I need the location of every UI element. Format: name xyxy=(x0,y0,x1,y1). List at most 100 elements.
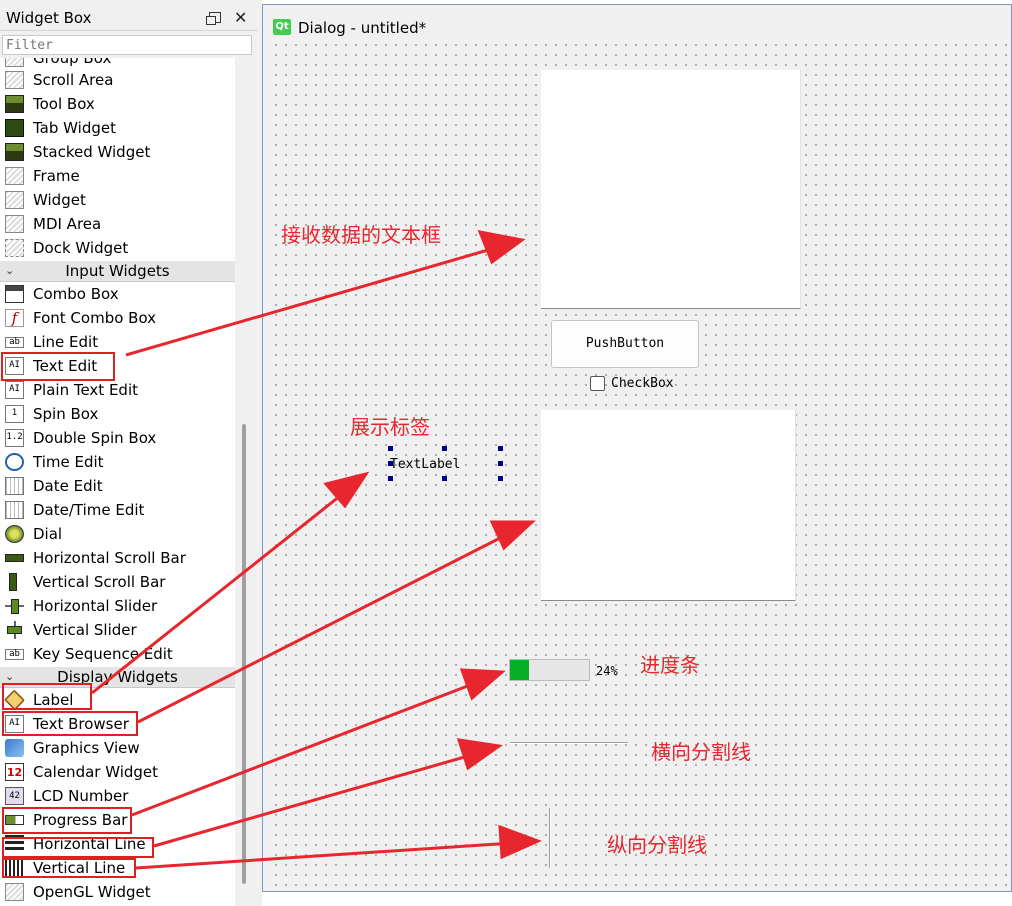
horizontal-line[interactable] xyxy=(510,742,628,744)
group-box-icon xyxy=(5,58,24,67)
widget-item-scroll-area[interactable]: Scroll Area xyxy=(0,68,235,92)
annotation-hline: 横向分割线 xyxy=(651,740,751,764)
time-edit-icon xyxy=(5,453,24,471)
vertical-line[interactable] xyxy=(549,808,551,868)
widget-item-vertical-scroll-bar[interactable]: Vertical Scroll Bar xyxy=(0,570,235,594)
progress-bar-icon xyxy=(5,815,24,825)
date-edit-icon xyxy=(5,477,24,495)
widget-list: Group Box Scroll Area Tool Box Tab Widge… xyxy=(0,58,235,906)
widget-item-label[interactable]: Label xyxy=(0,688,235,712)
widget-item-stacked-widget[interactable]: Stacked Widget xyxy=(0,140,235,164)
dock-widget-icon xyxy=(5,239,24,257)
text-label[interactable]: TextLabel xyxy=(390,457,460,472)
widget-item-graphics-view[interactable]: Graphics View xyxy=(0,736,235,760)
category-display-widgets[interactable]: ⌄ Display Widgets xyxy=(0,666,235,688)
selection-handle[interactable] xyxy=(498,446,503,451)
widget-item-plain-text-edit[interactable]: AI Plain Text Edit xyxy=(0,378,235,402)
selection-handle[interactable] xyxy=(388,446,393,451)
widget-item-widget[interactable]: Widget xyxy=(0,188,235,212)
horizontal-scroll-bar-icon xyxy=(5,554,24,562)
selection-handle[interactable] xyxy=(498,476,503,481)
widget-item-vertical-line[interactable]: Vertical Line xyxy=(0,856,235,880)
checkbox-label[interactable]: CheckBox xyxy=(611,376,674,391)
horizontal-line-icon xyxy=(5,835,24,853)
text-browser-icon: AI xyxy=(5,715,24,733)
widget-item-dial[interactable]: Dial xyxy=(0,522,235,546)
key-sequence-edit-icon: ab xyxy=(5,649,24,660)
tool-box-icon xyxy=(5,95,24,113)
text-browser-widget[interactable] xyxy=(541,410,796,601)
widget-item-lcd-number[interactable]: 42 LCD Number xyxy=(0,784,235,808)
widget-item-text-edit[interactable]: AI Text Edit xyxy=(0,354,235,378)
double-spin-box-icon: 1.2 xyxy=(5,429,24,447)
widget-item-calendar-widget[interactable]: 12 Calendar Widget xyxy=(0,760,235,784)
widget-item-text-browser[interactable]: AI Text Browser xyxy=(0,712,235,736)
widget-box-title-bar: Widget Box ✕ xyxy=(0,4,258,31)
selection-handle[interactable] xyxy=(388,461,393,466)
label-icon xyxy=(4,689,25,711)
dial-icon xyxy=(5,525,24,543)
widget-item-dock-widget[interactable]: Dock Widget xyxy=(0,236,235,260)
widget-item-tool-box[interactable]: Tool Box xyxy=(0,92,235,116)
text-edit-widget[interactable] xyxy=(541,70,801,309)
scrollbar-thumb[interactable] xyxy=(242,424,246,884)
opengl-widget-icon xyxy=(5,883,24,901)
selection-handle[interactable] xyxy=(442,446,447,451)
frame-icon xyxy=(5,167,24,185)
dialog-title: Dialog - untitled* xyxy=(298,19,427,37)
combo-box-icon xyxy=(5,285,24,303)
widget-item-opengl-widget[interactable]: OpenGL Widget xyxy=(0,880,235,904)
widget-item-time-edit[interactable]: Time Edit xyxy=(0,450,235,474)
widget-item-date-time-edit[interactable]: Date/Time Edit xyxy=(0,498,235,522)
line-edit-icon: ab xyxy=(5,337,24,348)
widget-box-panel: Widget Box ✕ Group Box Scroll Area Tool … xyxy=(0,0,258,906)
lcd-number-icon: 42 xyxy=(5,787,24,805)
date-time-edit-icon xyxy=(5,501,24,519)
widget-icon xyxy=(5,191,24,209)
checkbox[interactable] xyxy=(590,376,605,391)
widget-item-horizontal-slider[interactable]: Horizontal Slider xyxy=(0,594,235,618)
widget-item-vertical-slider[interactable]: Vertical Slider xyxy=(0,618,235,642)
vertical-slider-icon xyxy=(5,621,24,639)
annotation-progress: 进度条 xyxy=(640,653,700,677)
selection-handle[interactable] xyxy=(442,476,447,481)
widget-item-progress-bar[interactable]: Progress Bar xyxy=(0,808,235,832)
widget-item-mdi-area[interactable]: MDI Area xyxy=(0,212,235,236)
plain-text-edit-icon: AI xyxy=(5,381,24,399)
text-edit-icon: AI xyxy=(5,357,24,375)
annotation-label: 展示标签 xyxy=(350,415,430,439)
vertical-scroll-bar-icon xyxy=(9,573,17,591)
widget-item-tab-widget[interactable]: Tab Widget xyxy=(0,116,235,140)
category-input-widgets[interactable]: ⌄ Input Widgets xyxy=(0,260,235,282)
calendar-widget-icon: 12 xyxy=(5,763,24,781)
widget-item-key-sequence-edit[interactable]: ab Key Sequence Edit xyxy=(0,642,235,666)
widget-item-horizontal-scroll-bar[interactable]: Horizontal Scroll Bar xyxy=(0,546,235,570)
spin-box-icon: 1 xyxy=(5,405,24,423)
annotation-vline: 纵向分割线 xyxy=(607,833,707,857)
close-icon[interactable]: ✕ xyxy=(234,8,247,27)
widget-box-title: Widget Box xyxy=(6,9,92,27)
selection-handle[interactable] xyxy=(388,476,393,481)
push-button[interactable]: PushButton xyxy=(551,320,699,368)
widget-list-scrollbar[interactable] xyxy=(236,58,258,906)
filter-input[interactable] xyxy=(2,35,252,55)
widget-item-date-edit[interactable]: Date Edit xyxy=(0,474,235,498)
progress-text: 24% xyxy=(596,664,618,678)
widget-item-horizontal-line[interactable]: Horizontal Line xyxy=(0,832,235,856)
progress-bar[interactable] xyxy=(509,659,590,681)
horizontal-slider-icon xyxy=(5,597,24,615)
dialog-title-bar: Qt Dialog - untitled* xyxy=(263,5,1011,37)
graphics-view-icon xyxy=(5,739,24,757)
widget-item-double-spin-box[interactable]: 1.2 Double Spin Box xyxy=(0,426,235,450)
widget-item-frame[interactable]: Frame xyxy=(0,164,235,188)
selection-handle[interactable] xyxy=(498,461,503,466)
font-combo-box-icon: f xyxy=(5,309,24,327)
widget-item-font-combo-box[interactable]: f Font Combo Box xyxy=(0,306,235,330)
widget-item-spin-box[interactable]: 1 Spin Box xyxy=(0,402,235,426)
tab-widget-icon xyxy=(5,119,24,137)
mdi-area-icon xyxy=(5,215,24,233)
progress-bar-fill xyxy=(510,660,529,680)
widget-item-line-edit[interactable]: ab Line Edit xyxy=(0,330,235,354)
float-icon[interactable] xyxy=(206,12,221,25)
widget-item-combo-box[interactable]: Combo Box xyxy=(0,282,235,306)
